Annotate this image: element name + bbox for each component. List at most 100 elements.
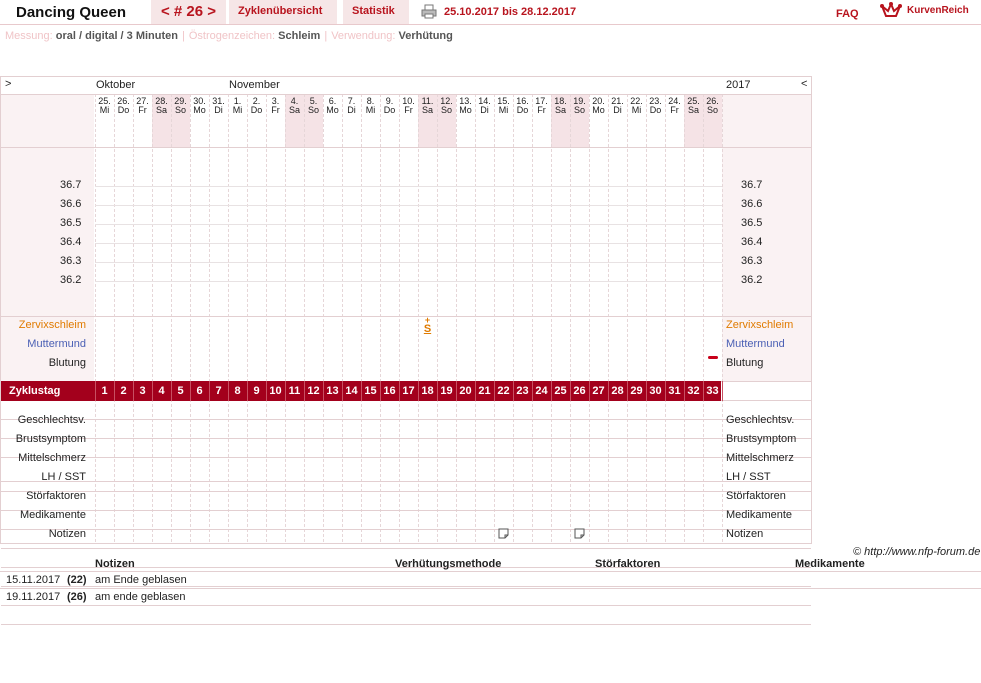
day-weekday: So xyxy=(307,105,319,115)
day-weekday: Do xyxy=(117,105,130,115)
row-label: Brustsymptom xyxy=(15,433,86,445)
cycle-day-number[interactable]: 4 xyxy=(152,385,171,397)
scroll-right-button[interactable]: < xyxy=(801,78,807,90)
temp-label-right: 36.5 xyxy=(741,217,763,229)
cycle-day-number[interactable]: 23 xyxy=(513,385,532,397)
tab-statistics[interactable]: Statistik xyxy=(343,0,409,24)
bleeding-mark[interactable] xyxy=(708,356,718,359)
cycle-day-number[interactable]: 21 xyxy=(475,385,494,397)
cycle-day-number[interactable]: 33 xyxy=(703,385,722,397)
note-icon[interactable] xyxy=(498,528,509,539)
row-label-right: Notizen xyxy=(726,528,764,540)
day-weekday: So xyxy=(440,105,452,115)
cycle-day-number[interactable]: 30 xyxy=(646,385,665,397)
cycle-day-number[interactable]: 20 xyxy=(456,385,475,397)
printer-icon[interactable] xyxy=(421,4,437,19)
day-header: 9. Do xyxy=(380,97,399,115)
grid-column-line xyxy=(684,94,685,542)
date-range: 25.10.2017 bis 28.12.2017 xyxy=(444,6,577,18)
scroll-left-button[interactable]: > xyxy=(5,78,11,90)
page-title: Dancing Queen xyxy=(16,4,127,21)
grid-row-line xyxy=(1,624,811,625)
cycle-day-number[interactable]: 18 xyxy=(418,385,437,397)
cervix-label: Zervixschleim xyxy=(18,319,86,331)
cycle-day-number[interactable]: 5 xyxy=(171,385,190,397)
cycle-day-number[interactable]: 9 xyxy=(247,385,266,397)
row-label-right: Geschlechtsv. xyxy=(726,414,795,426)
cycle-navigator[interactable]: < # 26 > xyxy=(151,0,226,24)
cycle-day-number[interactable]: 1 xyxy=(95,385,114,397)
os-label-right: Muttermund xyxy=(726,338,785,350)
measurement-info: Messung: oral / digital / 3 Minuten | Östr… xyxy=(5,30,453,42)
cycle-day-number[interactable]: 32 xyxy=(684,385,703,397)
cycle-day-number[interactable]: 17 xyxy=(399,385,418,397)
grid-column-line xyxy=(247,94,248,542)
day-weekday: Sa xyxy=(554,105,566,115)
cycle-day-number[interactable]: 22 xyxy=(494,385,513,397)
cycle-day-number[interactable]: 8 xyxy=(228,385,247,397)
cycle-day-number[interactable]: 7 xyxy=(209,385,228,397)
cycle-day-number[interactable]: 26 xyxy=(570,385,589,397)
grid-row-line xyxy=(1,510,811,511)
grid-column-line xyxy=(703,94,704,542)
tab-cycle-overview-label[interactable]: Zyklenübersicht xyxy=(238,5,322,17)
cycle-day-number[interactable]: 19 xyxy=(437,385,456,397)
grid-row-line xyxy=(1,481,811,482)
day-header: 21. Di xyxy=(608,97,627,115)
cycle-day-number[interactable]: 10 xyxy=(266,385,285,397)
faq-link[interactable]: FAQ xyxy=(836,8,859,20)
temp-label-left: 36.5 xyxy=(60,217,82,229)
cycle-day-number[interactable]: 6 xyxy=(190,385,209,397)
cycle-day-number[interactable]: 29 xyxy=(627,385,646,397)
cycle-day-number[interactable]: 14 xyxy=(342,385,361,397)
cycle-bar-separator xyxy=(361,381,362,401)
cycle-day-number[interactable]: 15 xyxy=(361,385,380,397)
grid-column-line xyxy=(342,94,343,542)
day-header: 25. Mi xyxy=(95,97,114,115)
note-icon[interactable] xyxy=(574,528,585,539)
cycle-day-number[interactable]: 2 xyxy=(114,385,133,397)
tab-statistics-label[interactable]: Statistik xyxy=(352,5,395,17)
logo-text[interactable]: KurvenReich xyxy=(907,5,969,16)
grid-column-line xyxy=(171,94,172,542)
grid-column-line xyxy=(456,94,457,542)
cycle-day-number[interactable]: 27 xyxy=(589,385,608,397)
crown-logo-icon[interactable] xyxy=(880,2,902,20)
temp-label-right: 36.6 xyxy=(741,198,763,210)
day-weekday: Sa xyxy=(421,105,433,115)
day-weekday: Fr xyxy=(404,105,413,115)
grid-column-line xyxy=(532,94,533,542)
day-header: 30. Mo xyxy=(190,97,209,115)
cycle-day-number[interactable]: 3 xyxy=(133,385,152,397)
disturbances-header: Störfaktoren xyxy=(595,558,661,570)
day-weekday: Mi xyxy=(232,105,243,115)
os-label: Muttermund xyxy=(27,338,86,350)
measure-value: oral / digital / 3 Minuten xyxy=(55,30,178,42)
cycle-day-number[interactable]: 13 xyxy=(323,385,342,397)
day-header: 25. Sa xyxy=(684,97,703,115)
temp-label-left: 36.4 xyxy=(60,236,82,248)
cycle-day-number[interactable]: 28 xyxy=(608,385,627,397)
day-weekday: Mo xyxy=(193,105,206,115)
table-row: 19.11.2017 (26) am ende geblasen xyxy=(0,588,981,606)
day-header: 4. Sa xyxy=(285,97,304,115)
cycle-bar-separator xyxy=(247,381,248,401)
grid-column-line xyxy=(266,94,267,542)
cycle-day-number[interactable]: 31 xyxy=(665,385,684,397)
cycle-day-number[interactable]: 12 xyxy=(304,385,323,397)
day-weekday: Mo xyxy=(326,105,339,115)
grid-column-line xyxy=(722,94,723,542)
cycle-day-number[interactable]: 11 xyxy=(285,385,304,397)
cycle-day-number[interactable]: 24 xyxy=(532,385,551,397)
cervix-mark[interactable]: + S xyxy=(418,316,437,335)
cycle-day-number[interactable]: 16 xyxy=(380,385,399,397)
temp-label-right: 36.3 xyxy=(741,255,763,267)
day-header: 18. Sa xyxy=(551,97,570,115)
day-header: 22. Mi xyxy=(627,97,646,115)
grid-column-line xyxy=(665,94,666,542)
tab-cycle-overview[interactable]: Zyklenübersicht xyxy=(229,0,337,24)
day-header: 8. Mi xyxy=(361,97,380,115)
cycle-nav-label[interactable]: < # 26 > xyxy=(161,3,216,20)
temp-grid-line xyxy=(95,205,722,206)
cycle-day-number[interactable]: 25 xyxy=(551,385,570,397)
